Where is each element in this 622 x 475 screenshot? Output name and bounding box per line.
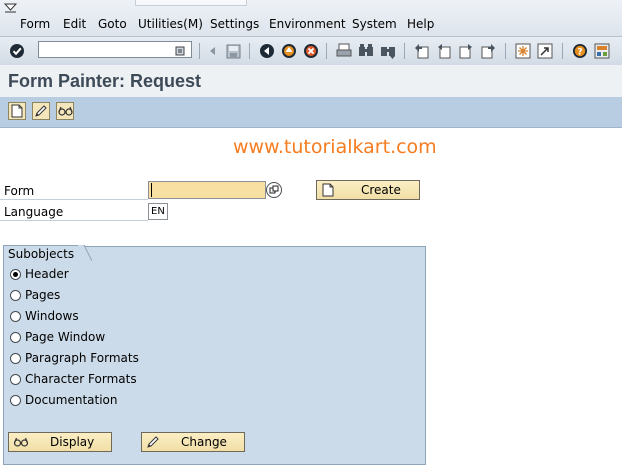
shortcut-icon[interactable]: [536, 42, 554, 60]
menu-settings[interactable]: Settings: [210, 17, 259, 31]
menu-goto[interactable]: Goto: [98, 17, 127, 31]
radio-label: Pages: [25, 288, 61, 302]
radio-label: Header: [25, 267, 69, 281]
menu-help[interactable]: Help: [407, 17, 434, 31]
create-session-icon[interactable]: [514, 42, 532, 60]
radio-button[interactable]: [10, 311, 21, 322]
toolbar-separator: [505, 43, 506, 59]
language-label-underline: [0, 220, 148, 221]
last-page-icon[interactable]: [479, 42, 497, 60]
radio-button[interactable]: [10, 374, 21, 385]
window-tab-strip: [135, 0, 247, 6]
display-icon[interactable]: [56, 102, 74, 120]
radio-label: Page Window: [25, 330, 106, 344]
radio-label: Character Formats: [25, 372, 137, 386]
radio-button[interactable]: [10, 290, 21, 301]
language-input[interactable]: EN: [148, 203, 168, 220]
standard-toolbar: ?: [0, 36, 622, 66]
title-bar: Form Painter: Request: [0, 65, 622, 98]
menu-system[interactable]: System: [352, 17, 397, 31]
first-page-icon[interactable]: [413, 42, 431, 60]
cancel-icon[interactable]: [302, 42, 320, 60]
create-button[interactable]: Create: [316, 180, 420, 200]
display-button[interactable]: Display: [8, 432, 112, 452]
customize-layout-icon[interactable]: [593, 42, 611, 60]
change-icon: [147, 436, 159, 448]
radio-label: Paragraph Formats: [25, 351, 139, 365]
form-label: Form: [4, 184, 35, 198]
find-icon[interactable]: [357, 42, 375, 60]
exit-icon[interactable]: [280, 42, 298, 60]
create-icon[interactable]: [8, 102, 26, 120]
green-back-icon[interactable]: [258, 42, 276, 60]
form-label-underline: [0, 199, 148, 200]
menu-environment[interactable]: Environment: [269, 17, 346, 31]
svg-text:?: ?: [577, 48, 582, 58]
subobjects-title: Subobjects: [8, 247, 75, 261]
toolbar-separator: [326, 43, 327, 59]
system-menu-icon[interactable]: [4, 3, 18, 13]
watermark-text: www.tutorialkart.com: [233, 136, 437, 158]
application-toolbar: [0, 97, 622, 128]
display-icon: [13, 437, 29, 447]
toolbar-separator: [562, 43, 563, 59]
change-icon[interactable]: [32, 102, 50, 120]
command-field-dropdown-icon[interactable]: [174, 45, 186, 57]
print-icon[interactable]: [335, 42, 353, 60]
radio-label: Documentation: [25, 393, 118, 407]
next-page-icon[interactable]: [457, 42, 475, 60]
command-field[interactable]: [38, 41, 192, 58]
language-value: EN: [151, 206, 165, 217]
menu-form[interactable]: Form: [20, 17, 50, 31]
menu-utilities[interactable]: Utilities(M): [138, 17, 203, 31]
save-icon[interactable]: [224, 42, 242, 60]
value-help-icon[interactable]: [266, 182, 282, 198]
page-title: Form Painter: Request: [8, 71, 202, 91]
toolbar-separator: [404, 43, 405, 59]
radio-label: Windows: [25, 309, 79, 323]
radio-button[interactable]: [10, 353, 21, 364]
text-cursor: [151, 183, 152, 197]
help-icon[interactable]: ?: [571, 42, 589, 60]
menu-edit[interactable]: Edit: [63, 17, 86, 31]
find-next-icon[interactable]: [379, 42, 397, 60]
back-icon[interactable]: [204, 42, 222, 60]
display-button-label: Display: [50, 435, 95, 449]
enter-icon[interactable]: [8, 42, 26, 60]
change-button[interactable]: Change: [141, 432, 245, 452]
radio-button[interactable]: [10, 332, 21, 343]
create-icon: [322, 183, 334, 197]
menu-bar: Form Edit Goto Utilities(M) Settings Env…: [0, 0, 622, 36]
radio-button[interactable]: [10, 395, 21, 406]
language-label: Language: [4, 205, 64, 219]
toolbar-separator: [199, 43, 200, 59]
toolbar-separator: [249, 43, 250, 59]
change-button-label: Change: [181, 435, 227, 449]
radio-button-selected[interactable]: [10, 269, 21, 280]
previous-page-icon[interactable]: [435, 42, 453, 60]
create-button-label: Create: [361, 183, 401, 197]
group-tab-corner: [78, 245, 92, 261]
form-name-input[interactable]: [148, 181, 266, 199]
